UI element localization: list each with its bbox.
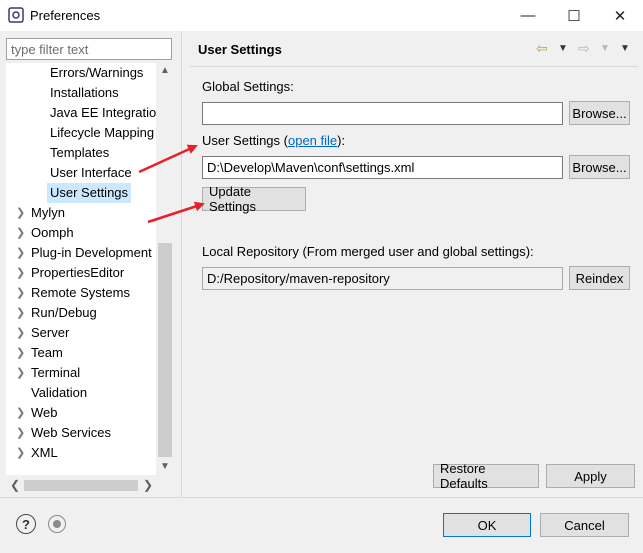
view-menu-chevron-down-icon[interactable]: ▼	[620, 43, 630, 54]
back-menu-chevron-down-icon[interactable]: ▼	[558, 43, 568, 54]
filter-input[interactable]	[6, 38, 172, 60]
scroll-up-icon[interactable]: ▲	[160, 65, 170, 76]
header-separator	[190, 66, 638, 67]
back-arrow-icon[interactable]: ⇦	[536, 40, 548, 57]
global-settings-field[interactable]	[202, 102, 563, 125]
tree-vertical-scrollbar[interactable]: ▲ ▼	[157, 63, 173, 475]
chevron-right-icon[interactable]: ❯	[16, 243, 26, 263]
user-settings-label: User Settings (open file):	[202, 133, 346, 148]
chevron-right-icon[interactable]: ❯	[16, 283, 26, 303]
local-repository-field	[202, 267, 563, 290]
user-browse-button[interactable]: Browse...	[569, 155, 630, 179]
preferences-tree: Errors/Warnings Installations Java EE In…	[6, 63, 156, 475]
page-navigation: ⇦ ▼ ⇨ ▼ ▼	[536, 40, 636, 58]
scroll-left-icon[interactable]: ❮	[10, 478, 20, 492]
global-browse-button[interactable]: Browse...	[569, 101, 630, 125]
forward-menu-chevron-down-icon[interactable]: ▼	[600, 43, 610, 54]
chevron-right-icon[interactable]: ❯	[16, 403, 26, 423]
footer-separator	[0, 497, 643, 498]
sash-divider[interactable]	[181, 31, 182, 497]
global-settings-label: Global Settings:	[202, 79, 294, 94]
chevron-right-icon[interactable]: ❯	[16, 423, 26, 443]
chevron-right-icon[interactable]: ❯	[16, 303, 26, 323]
help-icon[interactable]: ?	[16, 514, 36, 534]
chevron-right-icon[interactable]: ❯	[16, 263, 26, 283]
chevron-right-icon[interactable]: ❯	[16, 223, 26, 243]
scroll-down-icon[interactable]: ▼	[160, 461, 170, 472]
forward-arrow-icon[interactable]: ⇨	[578, 40, 590, 57]
page-title: User Settings	[198, 42, 282, 57]
open-file-link[interactable]: open file	[288, 133, 337, 148]
reindex-button[interactable]: Reindex	[569, 266, 630, 290]
scroll-thumb[interactable]	[24, 480, 138, 491]
chevron-right-icon[interactable]: ❯	[16, 323, 26, 343]
maximize-button[interactable]: ☐	[551, 0, 597, 31]
restore-defaults-button[interactable]: Restore Defaults	[433, 461, 539, 491]
update-settings-button[interactable]: Update Settings	[202, 184, 306, 214]
tree-horizontal-scrollbar[interactable]: ❮ ❯	[6, 477, 157, 494]
scroll-thumb[interactable]	[158, 243, 172, 457]
eclipse-app-icon	[8, 7, 24, 23]
chevron-right-icon[interactable]: ❯	[16, 203, 26, 223]
minimize-button[interactable]: —	[505, 0, 551, 31]
record-macro-icon[interactable]	[48, 515, 66, 533]
user-settings-field[interactable]	[202, 156, 563, 179]
close-button[interactable]: ✕	[597, 0, 643, 31]
title-bar: Preferences — ☐ ✕	[0, 0, 643, 31]
chevron-right-icon[interactable]: ❯	[16, 343, 26, 363]
cancel-button[interactable]: Cancel	[540, 513, 629, 537]
ok-button[interactable]: OK	[443, 513, 531, 537]
chevron-right-icon[interactable]: ❯	[16, 363, 26, 383]
apply-button[interactable]: Apply	[546, 464, 635, 488]
window-title: Preferences	[30, 8, 101, 23]
chevron-right-icon[interactable]: ❯	[16, 443, 26, 463]
scroll-right-icon[interactable]: ❯	[143, 478, 153, 492]
local-repository-label: Local Repository (From merged user and g…	[202, 244, 534, 259]
